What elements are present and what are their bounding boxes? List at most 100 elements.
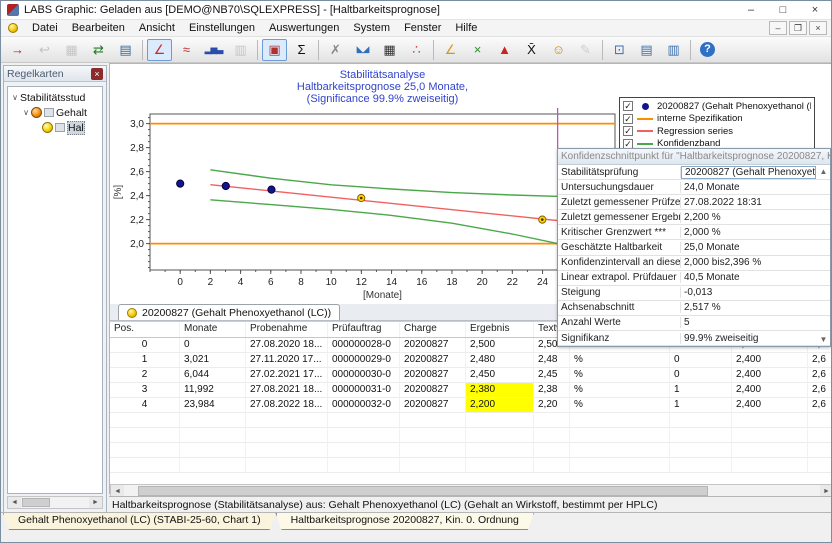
toolbar-separator (318, 40, 319, 60)
menu-item-bearbeiten[interactable]: Bearbeiten (65, 20, 132, 36)
tools-icon[interactable]: ✗ (323, 39, 348, 61)
smiley-chart-icon[interactable]: ☺ (546, 39, 571, 61)
popup-title-bar[interactable]: Konfidenzschnittpunkt für "Haltbarkeitsp… (558, 149, 830, 165)
sigma-icon[interactable]: Σ (289, 39, 314, 61)
svg-text:14: 14 (386, 277, 398, 288)
stats-peaks-icon[interactable]: ◣◢ (350, 39, 375, 61)
svg-text:22: 22 (507, 277, 519, 288)
popup-row[interactable]: Achsenabschnitt2,517 % (558, 301, 830, 316)
popup-row-value: 2,200 % (681, 212, 830, 223)
export-refresh-icon[interactable]: ⇄ (86, 39, 111, 61)
popup-row[interactable]: Untersuchungsdauer24,0 Monate (558, 180, 830, 195)
popup-row[interactable]: Konfidenzintervall an dieser Stelle2,000… (558, 256, 830, 271)
trend-chart-icon[interactable]: ≈ (174, 39, 199, 61)
mdi-close-button[interactable]: × (809, 21, 827, 35)
cascade-windows-icon[interactable]: ⊡ (607, 39, 632, 61)
status-text: Haltbarkeitsprognose (Stabilitätsanalyse… (112, 499, 657, 511)
table-cell: 6,044 (180, 368, 246, 383)
menu-item-fenster[interactable]: Fenster (397, 20, 448, 36)
table-cell: 27.08.2022 18... (246, 398, 328, 413)
colored-dots-icon[interactable]: ∴ (404, 39, 429, 61)
table-cell: 000000030-0 (328, 368, 400, 383)
column-header[interactable]: Probenahme (246, 322, 328, 337)
view-tab[interactable]: Gehalt Phenoxyethanol (LC) (STABI-25-60,… (3, 513, 276, 530)
minimize-button[interactable]: – (735, 1, 767, 19)
mdi-minimize-button[interactable]: – (769, 21, 787, 35)
left-panel-hscrollbar[interactable]: ◄ ► (7, 496, 103, 509)
legend-checkbox[interactable]: ✓ (623, 114, 633, 124)
svg-text:18: 18 (446, 277, 458, 288)
popup-row-label: Konfidenzintervall an dieser Stelle (558, 257, 681, 268)
calculator-icon[interactable]: ▦ (377, 39, 402, 61)
help-icon[interactable]: ? (695, 39, 720, 61)
histogram-icon[interactable]: ▂▅▃ (201, 39, 226, 61)
table-row[interactable]: 423,98427.08.2022 18...000000032-0202008… (110, 398, 832, 413)
popup-row[interactable]: Anzahl Werte5 (558, 316, 830, 331)
mdi-restore-button[interactable]: ❐ (789, 21, 807, 35)
table-cell: 0 (670, 368, 732, 383)
table-row[interactable]: 26,04427.02.2021 17...000000030-02020082… (110, 368, 832, 383)
expander-icon[interactable]: ∨ (21, 108, 31, 117)
popup-row-value: 20200827 (Gehalt Phenoxyethanol (LC) (681, 166, 816, 179)
table-row[interactable]: 13,02127.11.2020 17...000000029-02020082… (110, 353, 832, 368)
popup-row[interactable]: Geschätzte Haltbarkeit25,0 Monate (558, 240, 830, 255)
view-tab-active[interactable]: Haltbarkeitsprognose 20200827, Kin. 0. O… (276, 513, 534, 530)
table-cell (808, 443, 832, 458)
column-header[interactable]: Charge (400, 322, 466, 337)
crossed-lines-icon[interactable]: × (465, 39, 490, 61)
legend-checkbox[interactable]: ✓ (623, 101, 633, 111)
scroll-right-icon[interactable]: ► (89, 497, 102, 508)
popup-row[interactable]: Stabilitätsprüfung20200827 (Gehalt Pheno… (558, 165, 830, 180)
popup-vscrollbar[interactable]: ▲ ▼ (817, 165, 830, 346)
popup-title: Konfidenzschnittpunkt für "Haltbarkeitsp… (561, 151, 830, 162)
panel-close-icon[interactable]: × (91, 68, 103, 80)
menu-item-datei[interactable]: Datei (25, 20, 65, 36)
table-cell (534, 413, 570, 428)
table-cell: 0 (670, 353, 732, 368)
scroll-down-icon[interactable]: ▼ (820, 335, 828, 344)
column-header[interactable]: Ergebnis (466, 322, 534, 337)
maximize-button[interactable]: □ (767, 1, 799, 19)
scroll-up-icon[interactable]: ▲ (820, 167, 828, 176)
tile-horizontal-icon[interactable]: ▤ (634, 39, 659, 61)
popup-row[interactable]: Kritischer Grenzwert ***2,000 % (558, 225, 830, 240)
close-button[interactable]: × (799, 1, 831, 19)
legend-checkbox[interactable]: ✓ (623, 126, 633, 136)
warning-triangle-icon[interactable]: ▲ (492, 39, 517, 61)
popup-row[interactable]: Linear extrapol. Prüfdauer40,5 Monate (558, 271, 830, 286)
menu-item-auswertungen[interactable]: Auswertungen (262, 20, 346, 36)
svg-text:Haltbarkeitsprognose 25,0 Mona: Haltbarkeitsprognose 25,0 Monate, (297, 81, 468, 93)
column-header[interactable]: Pos. (110, 322, 180, 337)
menu-item-ansicht[interactable]: Ansicht (132, 20, 182, 36)
popup-row[interactable]: Steigung-0,013 (558, 286, 830, 301)
menu-item-system[interactable]: System (346, 20, 397, 36)
table-cell: 2,48 (534, 353, 570, 368)
table-cell: 2,6 (808, 398, 832, 413)
tree-item-stabilit-tsstud[interactable]: ∨Stabilitätsstud (8, 90, 102, 105)
column-header[interactable]: Prüfauftrag (328, 322, 400, 337)
menu-item-einstellungen[interactable]: Einstellungen (182, 20, 262, 36)
axes-chart-icon[interactable]: ∠ (438, 39, 463, 61)
print-icon[interactable]: ▤ (113, 39, 138, 61)
column-header[interactable]: Monate (180, 322, 246, 337)
tree-item-gehalt[interactable]: ∨Gehalt (8, 105, 102, 120)
popup-row[interactable]: Signifikanz99.9% zweiseitig (558, 331, 830, 346)
menu-item-hilfe[interactable]: Hilfe (448, 20, 484, 36)
tree-item-hal[interactable]: Hal (8, 120, 102, 135)
presentation-icon[interactable]: ▣ (262, 39, 287, 61)
popup-row-label: Achsenabschnitt (558, 302, 681, 313)
undo-icon: ↩ (32, 39, 57, 61)
popup-row[interactable]: Zuletzt gemessener Ergebniswert2,200 % (558, 210, 830, 225)
popup-row-label: Zuletzt gemessener Ergebniswert (558, 212, 681, 223)
control-chart-icon[interactable]: ∠ (147, 39, 172, 61)
toolbar-separator (690, 40, 691, 60)
dataset-tab[interactable]: 20200827 (Gehalt Phenoxyethanol (LC)) (118, 304, 340, 320)
expander-icon[interactable]: ∨ (10, 93, 20, 102)
scroll-left-icon[interactable]: ◄ (8, 497, 21, 508)
table-row[interactable]: 311,99227.08.2021 18...000000031-0202008… (110, 383, 832, 398)
table-cell: 2,400 (732, 398, 808, 413)
exit-icon[interactable]: → (5, 39, 30, 61)
xbar-icon[interactable]: X̄ (519, 39, 544, 61)
popup-row[interactable]: Zuletzt gemessener Prüfzeitpunkt27.08.20… (558, 195, 830, 210)
tile-vertical-icon[interactable]: ▥ (661, 39, 686, 61)
